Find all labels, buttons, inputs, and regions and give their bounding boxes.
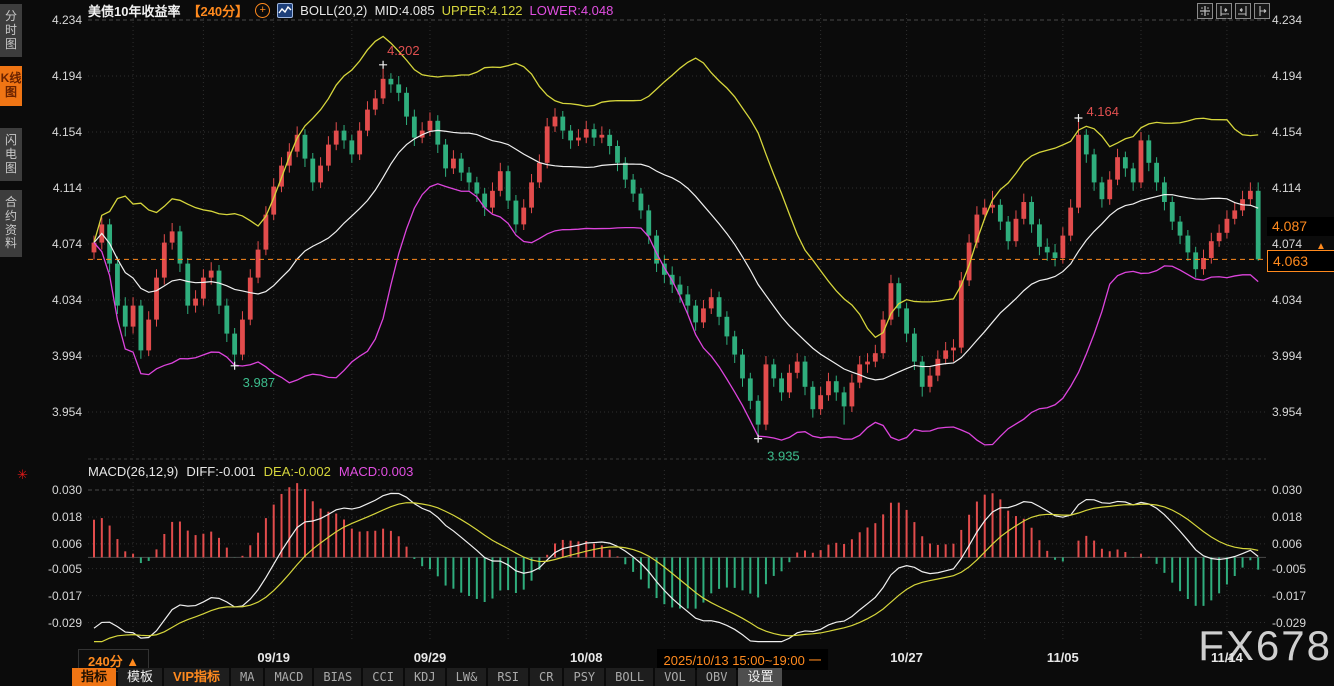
svg-text:3.935: 3.935 (767, 449, 800, 464)
date-axis-label: 09/19 (257, 650, 290, 665)
menu-item-BIAS[interactable]: BIAS (314, 668, 361, 686)
date-axis-label: 09/29 (414, 650, 447, 665)
menu-item-RSI[interactable]: RSI (488, 668, 528, 686)
menu-item-LW&[interactable]: LW& (447, 668, 487, 686)
menu-item-PSY[interactable]: PSY (564, 668, 604, 686)
menu-item-VOL[interactable]: VOL (655, 668, 695, 686)
menu-item-CCI[interactable]: CCI (363, 668, 403, 686)
chart-application-window: 分时图 K线图 闪电图 合约资料 美债10年收益率 【240分】 + BOLL(… (0, 0, 1334, 686)
menu-item-CR[interactable]: CR (530, 668, 562, 686)
menu-item-BOLL[interactable]: BOLL (606, 668, 653, 686)
hovered-candle-date-label: 2025/10/13 15:00~19:00 一 (657, 649, 829, 670)
menu-item-设置[interactable]: 设置 (738, 668, 782, 686)
menu-item-KDJ[interactable]: KDJ (405, 668, 445, 686)
crosshair-price-label: 4.087 (1267, 217, 1334, 236)
last-price-label: 4.063 (1267, 250, 1334, 272)
fx678-watermark: FX678 (1198, 622, 1332, 670)
menu-item-OBV[interactable]: OBV (697, 668, 737, 686)
svg-text:3.987: 3.987 (243, 375, 276, 390)
date-axis-label: 10/27 (890, 650, 923, 665)
menu-item-模板[interactable]: 模板 (118, 668, 162, 686)
svg-text:4.202: 4.202 (387, 43, 420, 58)
price-up-triangle-icon: ▲ (1316, 242, 1326, 252)
date-axis-label: 10/08 (570, 650, 603, 665)
svg-text:4.164: 4.164 (1086, 104, 1119, 119)
extreme-annotations: 4.202 3.987 4.164 3.935 (231, 43, 1119, 464)
menu-item-MA[interactable]: MA (231, 668, 263, 686)
indicator-menu-bar: 指标模板VIP指标MAMACDBIASCCIKDJLW&RSICRPSYBOLL… (72, 668, 782, 686)
macd-series (88, 483, 1266, 642)
chart-plot-area[interactable]: 4.202 3.987 4.164 3.935 (0, 0, 1334, 686)
menu-item-指标[interactable]: 指标 (72, 668, 116, 686)
menu-item-MACD[interactable]: MACD (265, 668, 312, 686)
menu-item-VIP指标[interactable]: VIP指标 (164, 668, 229, 686)
date-axis-label: 11/05 (1047, 650, 1079, 665)
